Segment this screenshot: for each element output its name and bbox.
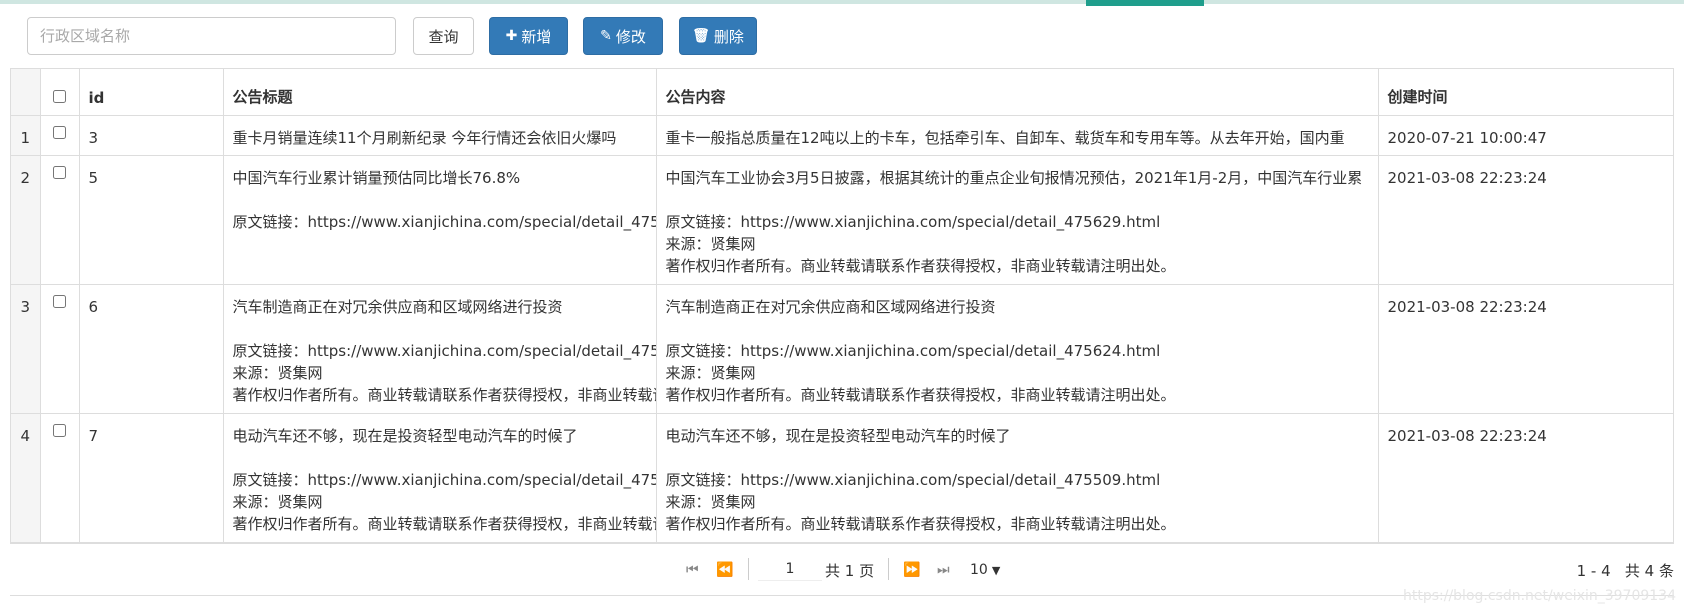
select-all-checkbox[interactable] [53,89,66,103]
pagination-bar: ⏮ ⏪ 共 1 页 ⏩ ⏭ 10 ▼ 1 - 4 共 4 条 [0,556,1684,586]
record-count-info: 1 - 4 共 4 条 [1576,562,1674,580]
row-select-cell [40,155,80,285]
cell-content: 重卡一般指总质量在12吨以上的卡车，包括牵引车、自卸车、载货车和专用车等。从去年… [656,115,1379,156]
row-number: 2 [11,155,41,285]
announcement-table: id 公告标题 公告内容 创建时间 1 3 重卡月销量连续11个月刷新纪录 今年… [10,68,1674,544]
cell-created: 2021-03-08 22:23:24 [1378,413,1673,543]
chevron-down-icon: ▼ [991,563,1001,577]
cell-content: 汽车制造商正在对冗余供应商和区域网络进行投资 原文链接：https://www.… [656,284,1379,414]
plus-icon: ✚ [505,28,518,44]
pager-divider [748,558,749,580]
previous-page-icon[interactable]: ⏪ [716,562,733,578]
add-button[interactable]: ✚ 新增 [489,17,568,55]
table-header-row: id 公告标题 公告内容 创建时间 [11,69,1673,116]
cell-created: 2020-07-21 10:00:47 [1378,115,1673,156]
last-page-icon[interactable]: ⏭ [937,562,950,578]
edit-icon: ✎ [600,28,612,44]
column-header-content[interactable]: 公告内容 [656,69,1379,116]
select-all-header [40,69,80,116]
table-row[interactable]: 2 5 中国汽车行业累计销量预估同比增长76.8% 原文链接：https://w… [11,155,1673,285]
row-checkbox[interactable] [53,294,66,308]
edit-button[interactable]: ✎ 修改 [583,17,663,55]
cell-content: 电动汽车还不够，现在是投资轻型电动汽车的时候了 原文链接：https://www… [656,413,1379,543]
row-number: 4 [11,413,41,543]
row-number: 1 [11,115,41,156]
row-checkbox[interactable] [53,125,66,139]
cell-title: 中国汽车行业累计销量预估同比增长76.8% 原文链接：https://www.x… [223,155,657,285]
page-size-value: 10 [970,562,988,578]
page-size-select[interactable]: 10 ▼ [970,558,1000,582]
search-input[interactable] [27,17,396,55]
table-row[interactable]: 3 6 汽车制造商正在对冗余供应商和区域网络进行投资 原文链接：https://… [11,284,1673,414]
row-checkbox[interactable] [53,423,66,437]
total-pages-label: 共 1 页 [825,562,875,580]
column-header-title[interactable]: 公告标题 [223,69,657,116]
query-button-label: 查询 [428,27,459,46]
cell-id: 6 [79,284,224,414]
row-select-cell [40,115,80,156]
page-number-input[interactable] [758,557,822,581]
row-select-cell [40,413,80,543]
delete-button[interactable]: 🗑 删除 [679,17,757,55]
column-header-id[interactable]: id [79,69,224,116]
active-tab-indicator [1086,0,1204,6]
top-border [0,0,1684,4]
cell-title: 汽车制造商正在对冗余供应商和区域网络进行投资 原文链接：https://www.… [223,284,657,414]
cell-id: 7 [79,413,224,543]
column-header-created[interactable]: 创建时间 [1378,69,1673,116]
delete-button-label: 删除 [713,27,744,46]
row-number-header [11,69,41,116]
cell-created: 2021-03-08 22:23:24 [1378,155,1673,285]
table-row[interactable]: 1 3 重卡月销量连续11个月刷新纪录 今年行情还会依旧火爆吗 重卡一般指总质量… [11,115,1673,156]
cell-title: 重卡月销量连续11个月刷新纪录 今年行情还会依旧火爆吗 [223,115,657,156]
add-button-label: 新增 [521,27,552,46]
row-number: 3 [11,284,41,414]
edit-button-label: 修改 [615,27,646,46]
table-row[interactable]: 4 7 电动汽车还不够，现在是投资轻型电动汽车的时候了 原文链接：https:/… [11,413,1673,543]
next-page-icon[interactable]: ⏩ [903,562,920,578]
watermark-text: https://blog.csdn.net/weixin_39709134 [1402,588,1676,604]
cell-id: 3 [79,115,224,156]
query-button[interactable]: 查询 [413,17,474,55]
cell-id: 5 [79,155,224,285]
trash-icon: 🗑 [692,28,710,44]
first-page-icon[interactable]: ⏮ [686,562,699,578]
row-checkbox[interactable] [53,165,66,179]
cell-created: 2021-03-08 22:23:24 [1378,284,1673,414]
cell-content: 中国汽车工业协会3月5日披露，根据其统计的重点企业旬报情况预估，2021年1月-… [656,155,1379,285]
cell-title: 电动汽车还不够，现在是投资轻型电动汽车的时候了 原文链接：https://www… [223,413,657,543]
pager-divider [888,558,889,580]
row-select-cell [40,284,80,414]
